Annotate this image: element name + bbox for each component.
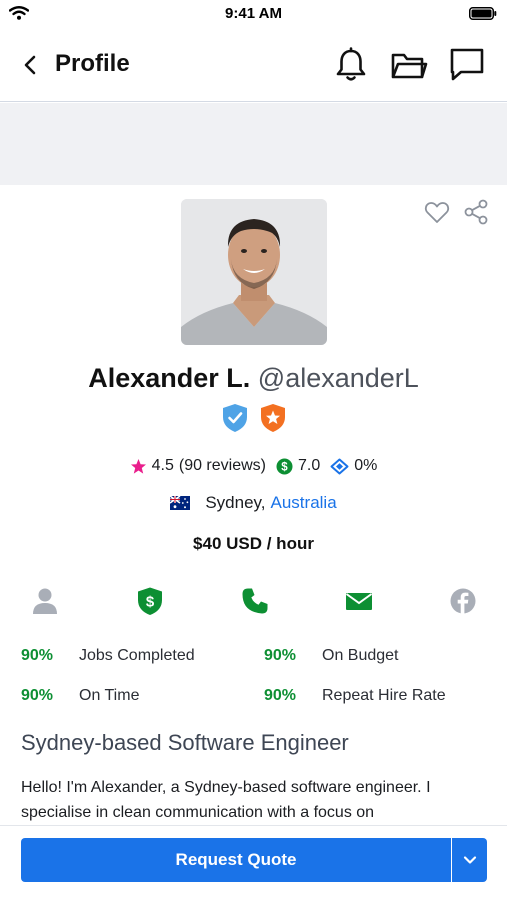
request-quote-dropdown[interactable] xyxy=(452,838,487,882)
earnings-score: 7.0 xyxy=(298,457,321,474)
chat-icon[interactable] xyxy=(448,46,486,84)
heart-icon[interactable] xyxy=(424,199,450,225)
profile-bio: Hello! I'm Alexander, a Sydney-based sof… xyxy=(21,779,431,821)
preferred-freelancer-icon[interactable] xyxy=(259,403,287,433)
display-name: Alexander L. xyxy=(88,363,251,393)
metric-label: Repeat Hire Rate xyxy=(322,687,446,704)
metric-label: On Budget xyxy=(322,647,399,664)
australia-flag-icon xyxy=(170,496,191,510)
status-bar: 9:41 AM xyxy=(0,0,507,28)
page-title: Profile xyxy=(55,50,130,77)
rating-value: 4.5 xyxy=(151,457,174,474)
metric-repeat-hire-rate: 90% Repeat Hire Rate xyxy=(264,687,446,705)
name-row: Alexander L. @alexanderL xyxy=(0,363,507,394)
facebook-icon[interactable] xyxy=(448,586,478,616)
email-icon[interactable] xyxy=(344,586,374,616)
metric-percentage: 90% xyxy=(264,647,297,664)
payment-verified-icon[interactable]: $ xyxy=(135,586,165,616)
profile-card: Alexander L. @alexanderL 4.5 (90 reviews… xyxy=(0,185,507,825)
location-row: Sydney, Australia xyxy=(0,493,507,513)
rating-stat[interactable]: 4.5 (90 reviews) xyxy=(130,457,266,475)
stats-row: 4.5 (90 reviews) $ 7.0 0% xyxy=(0,457,507,475)
star-icon xyxy=(130,458,146,474)
verification-row: $ xyxy=(0,586,507,616)
username: @alexanderL xyxy=(257,363,419,393)
earnings-stat[interactable]: $ 7.0 xyxy=(276,457,320,475)
location-city: Sydney, xyxy=(205,493,266,512)
svg-text:$: $ xyxy=(146,594,155,611)
metric-percentage: 90% xyxy=(21,647,54,664)
metric-on-budget: 90% On Budget xyxy=(264,647,399,665)
bottom-action-bar: Request Quote xyxy=(0,825,507,900)
svg-text:$: $ xyxy=(281,461,288,473)
metric-percentage: 90% xyxy=(21,687,54,704)
chevron-down-icon xyxy=(463,856,476,864)
back-chevron-icon[interactable] xyxy=(18,52,44,78)
phone-icon[interactable] xyxy=(240,586,270,616)
verified-shield-icon[interactable] xyxy=(221,403,249,433)
nav-bar: Profile xyxy=(0,28,507,102)
status-time: 9:41 AM xyxy=(225,5,282,22)
metric-label: On Time xyxy=(79,687,140,704)
avatar xyxy=(181,199,327,345)
share-icon[interactable] xyxy=(463,199,489,225)
dollar-circle-icon: $ xyxy=(276,458,293,474)
diamond-icon xyxy=(330,458,349,474)
folder-icon[interactable] xyxy=(390,46,428,84)
repeat-stat[interactable]: 0% xyxy=(330,457,377,475)
percentage-value: 0% xyxy=(354,457,378,474)
user-icon[interactable] xyxy=(30,586,60,616)
request-quote-button[interactable]: Request Quote xyxy=(21,838,451,882)
notification-bell-icon[interactable] xyxy=(332,46,370,84)
badge-row xyxy=(0,403,507,433)
review-count: (90 reviews) xyxy=(178,457,266,474)
metric-jobs-completed: 90% Jobs Completed xyxy=(21,647,195,665)
hourly-rate: $40 USD / hour xyxy=(193,534,314,553)
metric-percentage: 90% xyxy=(264,687,297,704)
location-country-link[interactable]: Australia xyxy=(271,493,337,513)
battery-icon xyxy=(469,7,497,20)
metric-label: Jobs Completed xyxy=(79,647,195,664)
metric-on-time: 90% On Time xyxy=(21,687,139,705)
profile-headline: Sydney-based Software Engineer xyxy=(21,730,349,755)
cover-banner xyxy=(0,103,507,185)
